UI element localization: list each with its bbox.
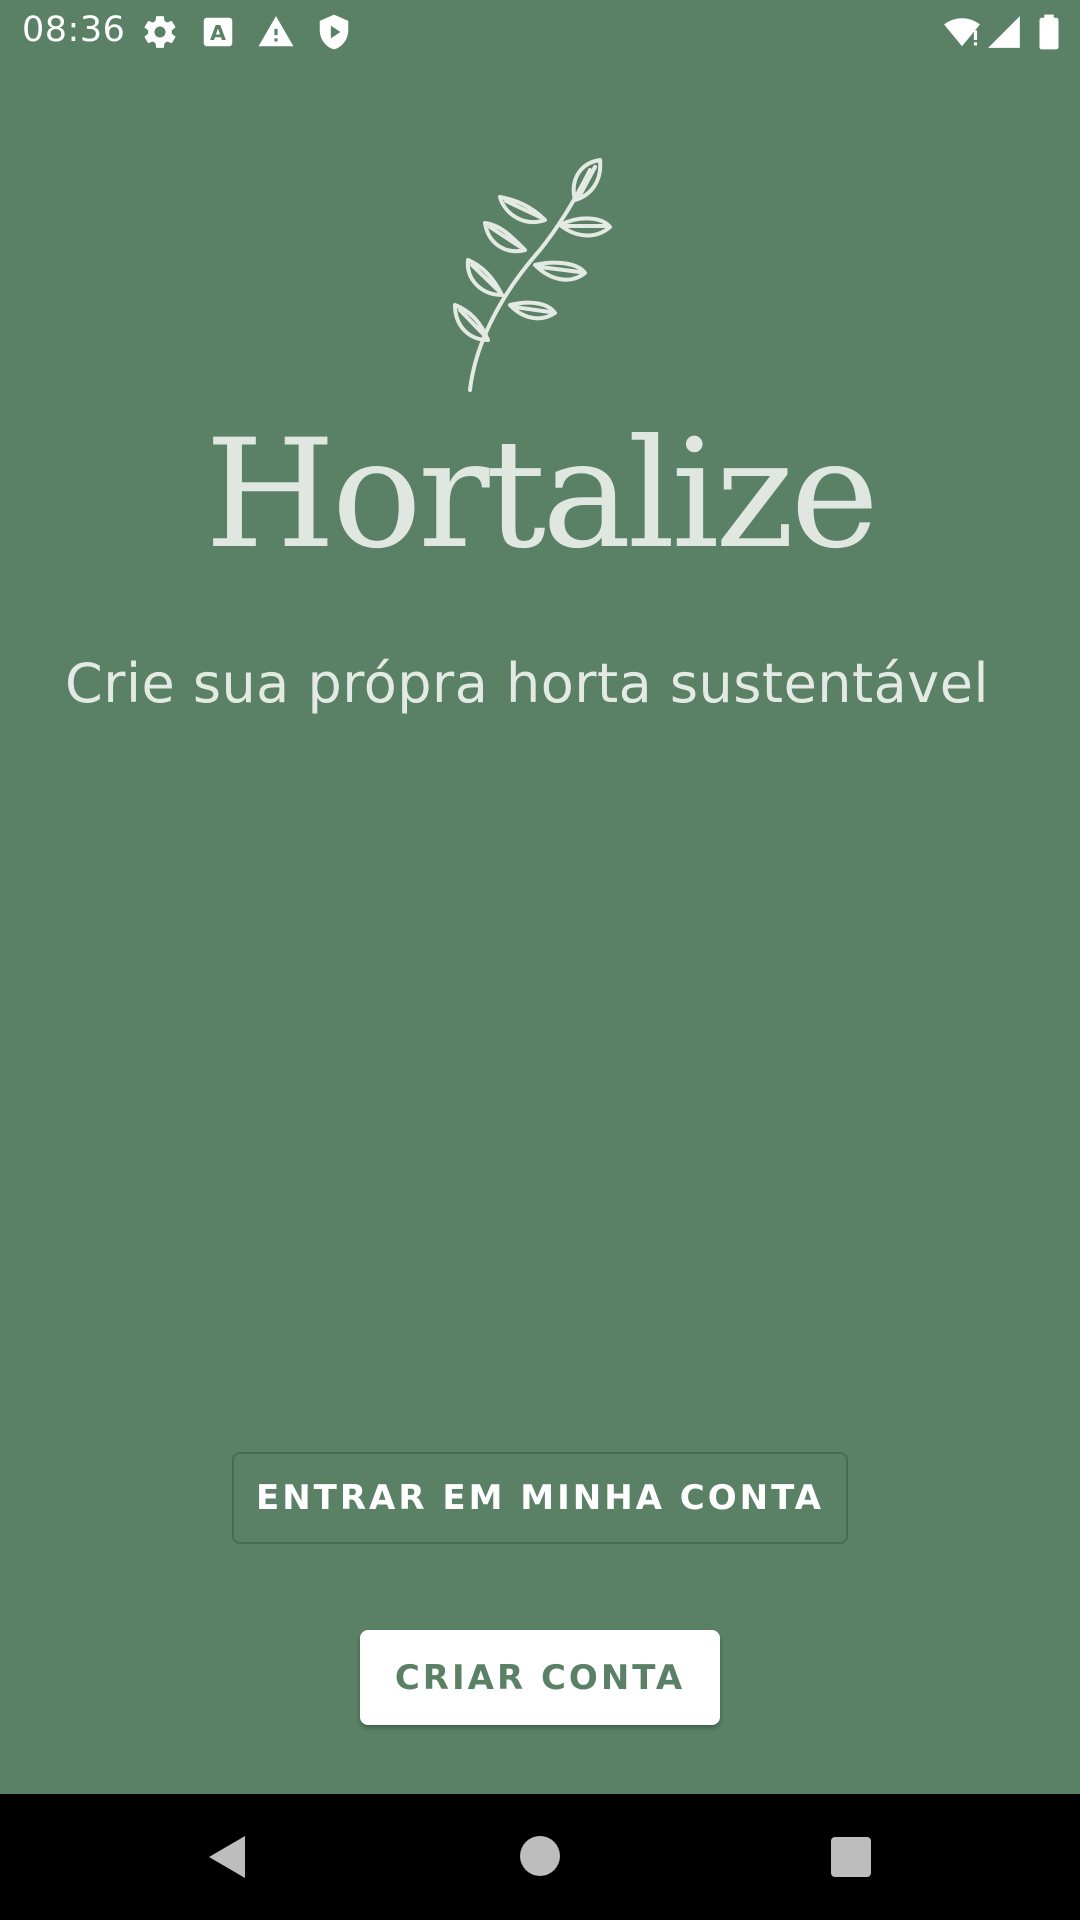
status-bar: 08:36 A <box>0 0 1080 64</box>
navigation-bar <box>0 1794 1080 1920</box>
svg-text:A: A <box>210 21 226 45</box>
wifi-icon <box>944 18 980 47</box>
gear-icon <box>144 16 176 48</box>
leaf-branch-icon <box>453 158 612 392</box>
back-icon[interactable] <box>205 1834 249 1880</box>
battery-icon <box>1039 14 1059 50</box>
status-time: 08:36 <box>22 10 126 50</box>
text-a-icon: A <box>203 17 233 47</box>
signal-icon <box>988 16 1020 48</box>
brand-title: Hortalize <box>204 408 879 582</box>
login-button[interactable]: ENTRAR EM MINHA CONTA <box>232 1452 848 1544</box>
create-account-button[interactable]: CRIAR CONTA <box>360 1630 720 1725</box>
shield-icon <box>319 14 349 50</box>
welcome-screen: 08:36 A Hortalize Crie sua própra horta … <box>0 0 1080 1920</box>
tagline: Crie sua própra horta sustentável <box>65 652 989 715</box>
warning-icon <box>258 16 294 47</box>
recents-icon[interactable] <box>831 1837 871 1877</box>
home-icon[interactable] <box>520 1836 560 1876</box>
